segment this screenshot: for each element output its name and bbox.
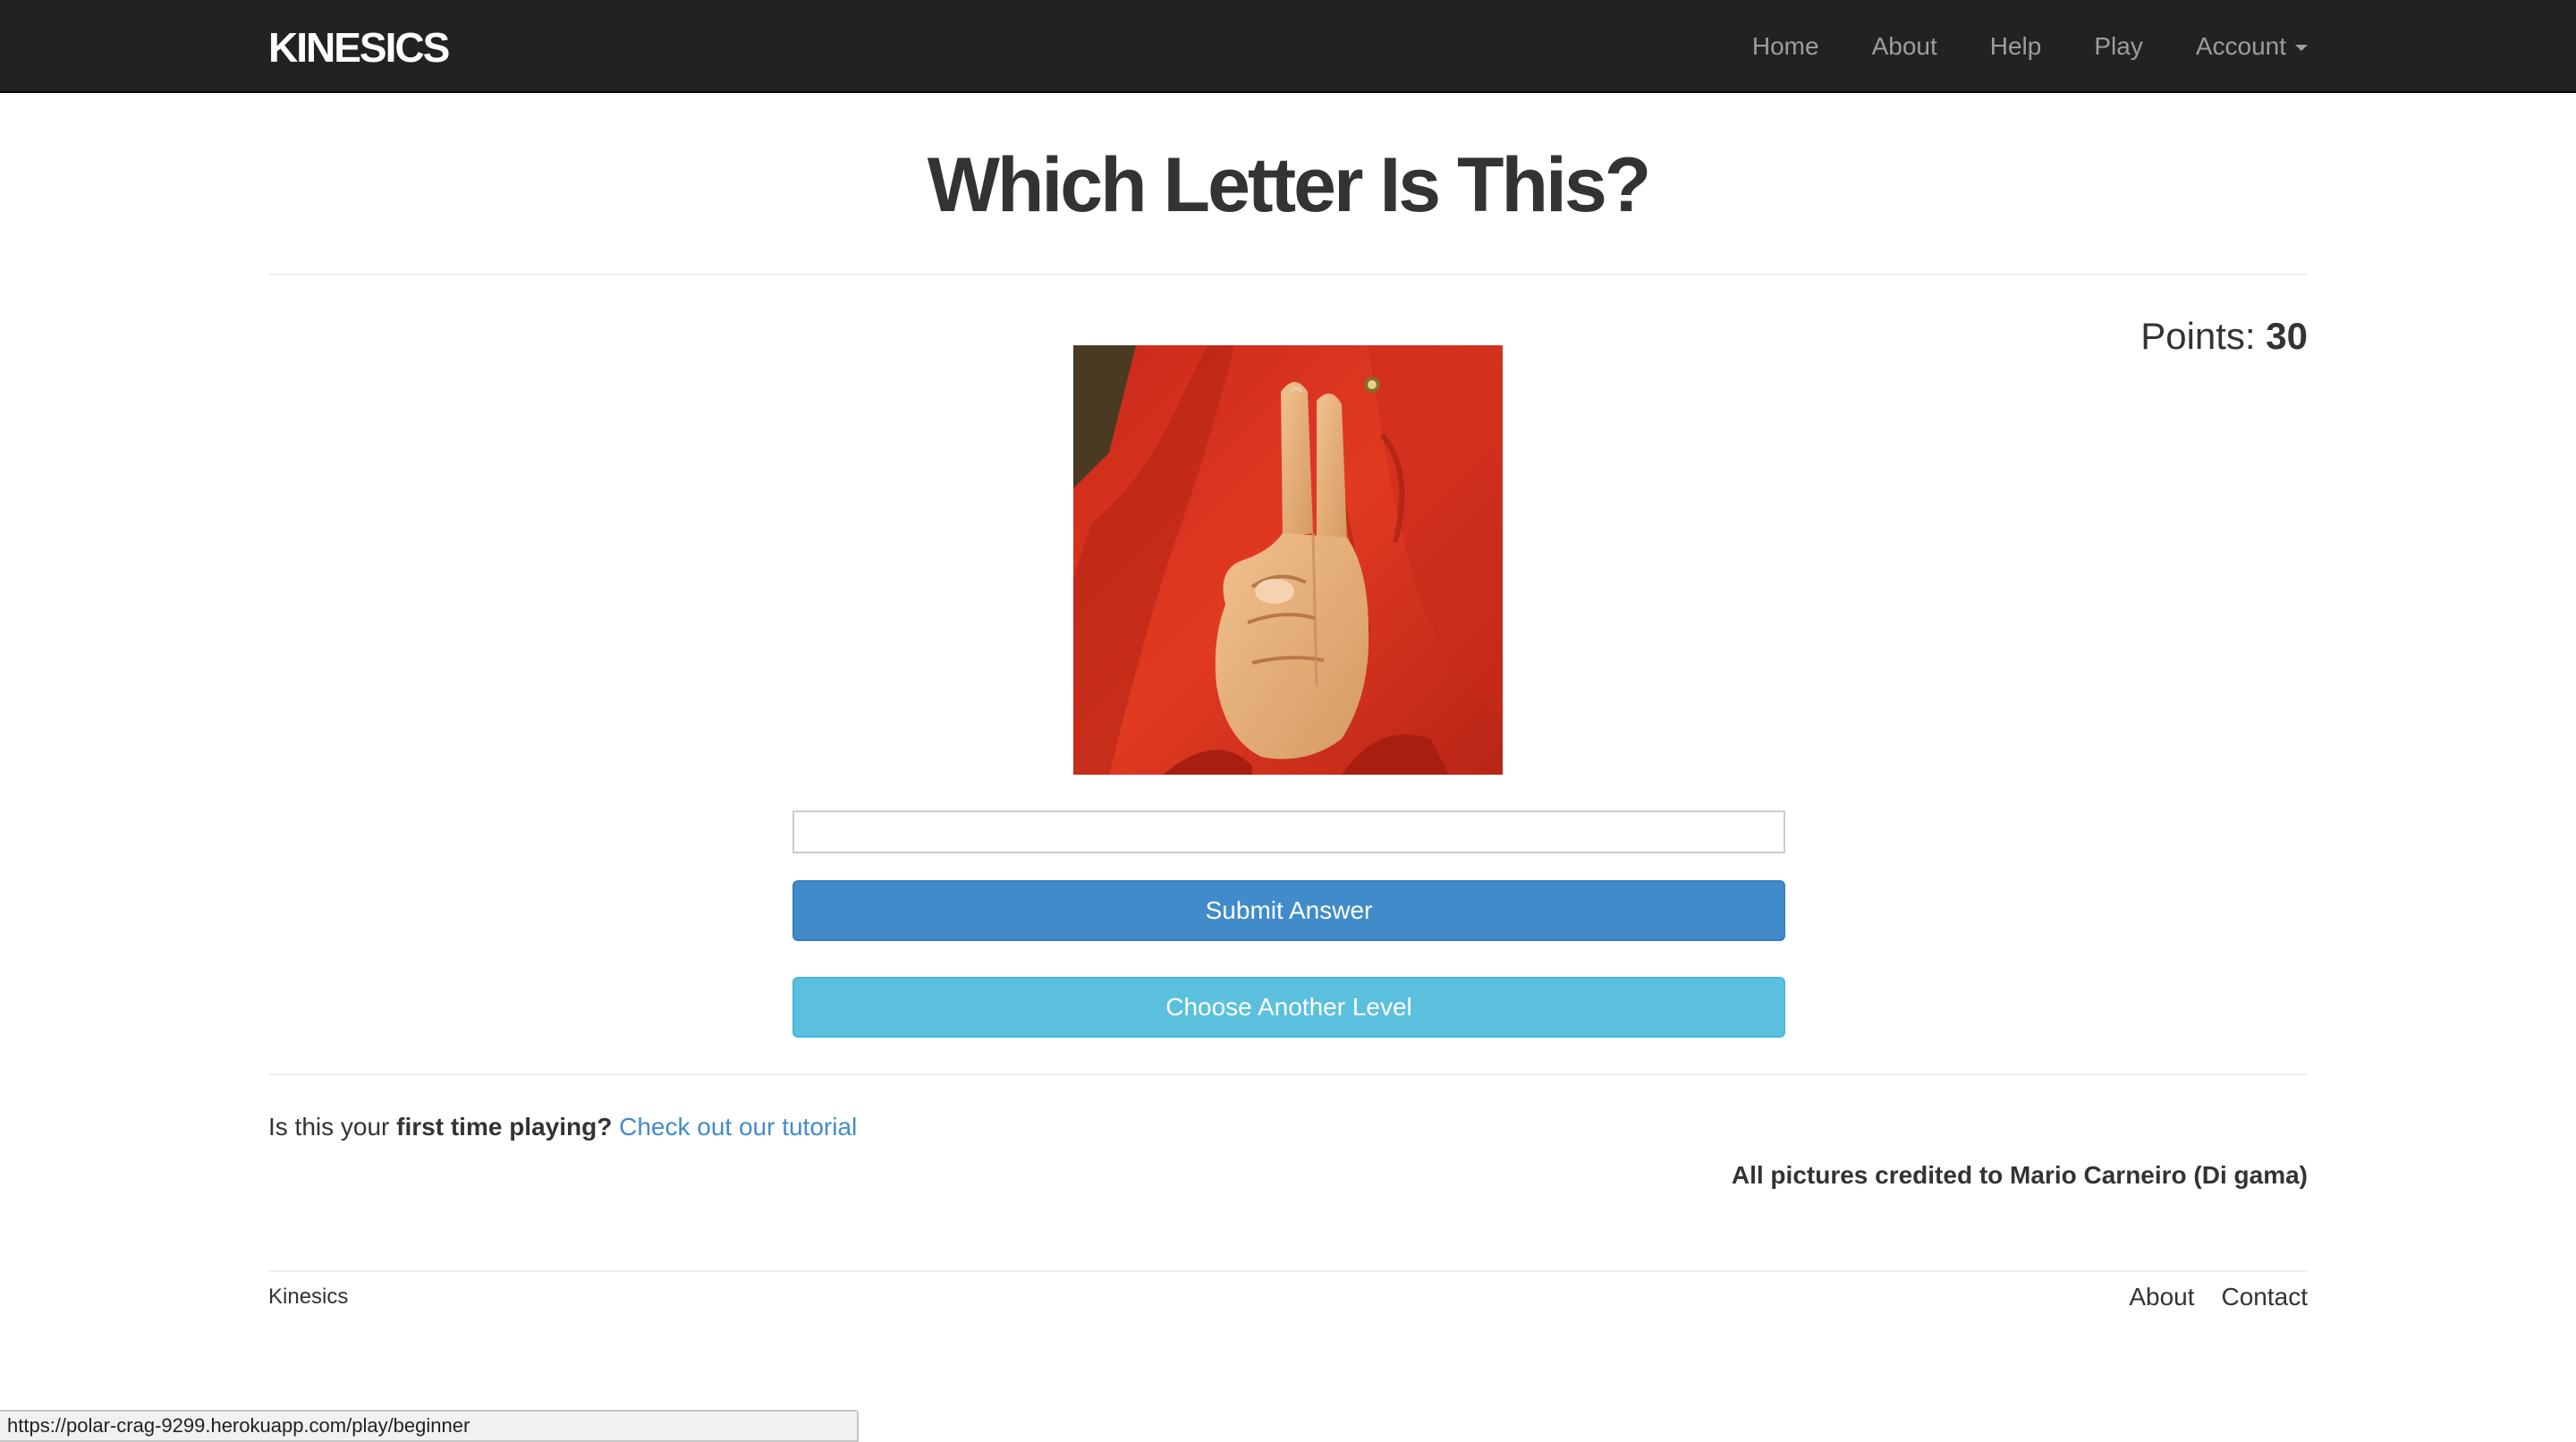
- nav-item-account-label: Account: [2195, 32, 2286, 60]
- nav-item-about[interactable]: About: [1872, 32, 1937, 61]
- points-value: 30: [2266, 315, 2308, 357]
- points-display: Points: 30: [2140, 315, 2308, 358]
- nav-item-account[interactable]: Account: [2196, 32, 2308, 61]
- points-label: Points:: [2140, 315, 2256, 357]
- photo-credit: All pictures credited to Mario Carneiro …: [1731, 1161, 2308, 1189]
- nav-item-help[interactable]: Help: [1990, 32, 2042, 61]
- footer-divider: [268, 1270, 2308, 1272]
- submit-answer-button[interactable]: Submit Answer: [792, 880, 1785, 941]
- page-title: Which Letter Is This?: [927, 142, 1652, 228]
- status-bar-url: https://polar-crag-9299.herokuapp.com/pl…: [0, 1410, 859, 1442]
- caret-down-icon: [2295, 44, 2308, 51]
- first-time-bold: first time playing?: [396, 1113, 613, 1141]
- footer-links: About Contact: [2129, 1283, 2308, 1311]
- content-divider: [268, 1073, 2308, 1075]
- hand-sign-image: [1073, 345, 1503, 775]
- footer-link-about[interactable]: About: [2129, 1283, 2194, 1311]
- tutorial-link[interactable]: Check out our tutorial: [619, 1113, 857, 1141]
- footer-brand: Kinesics: [268, 1285, 349, 1309]
- top-navbar: KINESICS Home About Help Play Account: [0, 0, 2576, 93]
- brand-logo[interactable]: KINESICS: [268, 23, 450, 72]
- footer-link-contact[interactable]: Contact: [2222, 1283, 2309, 1311]
- first-time-help: Is this your first time playing? Check o…: [268, 1113, 857, 1141]
- nav-item-home[interactable]: Home: [1752, 32, 1819, 61]
- nav-item-play[interactable]: Play: [2094, 32, 2142, 61]
- nav-menu: Home About Help Play Account: [1699, 0, 2308, 93]
- choose-another-level-button[interactable]: Choose Another Level: [792, 977, 1785, 1038]
- first-time-prefix: Is this your: [268, 1113, 397, 1141]
- answer-input[interactable]: [792, 810, 1785, 853]
- title-divider: [268, 274, 2308, 276]
